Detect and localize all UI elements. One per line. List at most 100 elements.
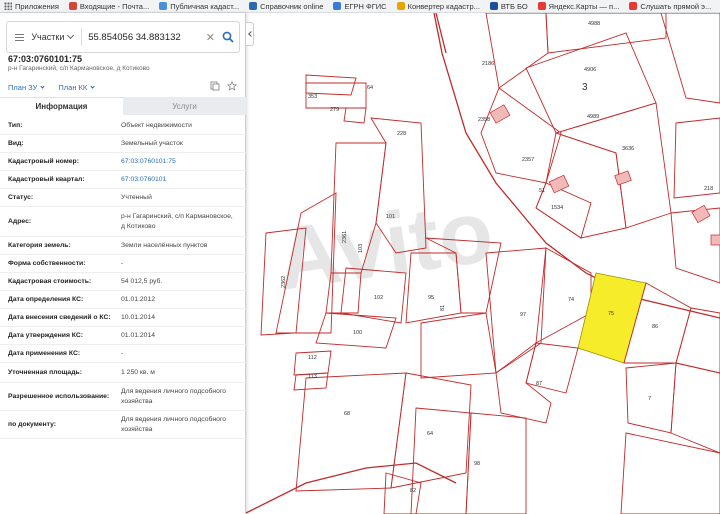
search-input[interactable] — [88, 31, 205, 43]
clear-icon[interactable]: ✕ — [204, 31, 216, 44]
attribute-key: Кадастровая стоимость: — [8, 278, 92, 285]
plan-zu-label: План ЗУ — [8, 83, 38, 92]
map-plot — [670, 207, 720, 284]
bookmark-label: Приложения — [15, 1, 59, 11]
attribute-value: Учтенный — [121, 193, 152, 201]
map-plot — [305, 74, 357, 96]
map-plot — [535, 132, 627, 239]
plot-label: 82 — [410, 488, 416, 494]
plan-zu-link[interactable]: План ЗУ — [8, 83, 45, 92]
tab-info[interactable]: Информация — [0, 97, 123, 115]
map-plot — [620, 432, 720, 514]
plot-label: 353 — [308, 94, 317, 100]
attribute-key: Адрес: — [8, 218, 32, 225]
attribute-row: Категория земель: Земли населённых пункто… — [0, 237, 246, 255]
chevron-down-icon — [90, 84, 95, 89]
plot-label: 112 — [308, 355, 317, 361]
plot-label: 7 — [648, 396, 651, 402]
plot-label: 97 — [520, 312, 526, 318]
map-building — [691, 204, 711, 224]
bookmark-item[interactable]: Слушать прямой э... — [629, 2, 711, 11]
attribute-value: Для ведения личного подсобного хозяйства — [121, 387, 227, 405]
map-plot — [670, 362, 720, 454]
plot-label: 4906 — [584, 67, 596, 73]
plot-label: 64 — [427, 431, 433, 437]
attribute-key: Разрешенное использование: — [8, 393, 110, 400]
bookmark-label: Конвертер кадастр... — [407, 1, 480, 11]
attribute-value: - — [121, 349, 124, 357]
map-plot — [410, 407, 472, 514]
search-type-select[interactable]: Участки — [31, 31, 75, 42]
attribute-row: Кадастровый номер: 67:03:0760101:75 — [0, 153, 246, 171]
plot-label: 4988 — [588, 21, 600, 27]
globe-icon — [159, 2, 168, 10]
attribute-link[interactable]: 67:03:0760101:75 — [121, 157, 238, 167]
attribute-value: Земли населённых пунктов — [121, 241, 208, 249]
doc-icon — [333, 2, 342, 10]
attribute-key: Форма собственности: — [8, 260, 86, 267]
attribute-value: Объект недвижимости — [121, 121, 192, 129]
attribute-row: Дата внесения сведений о КС: 10.01.2014 — [0, 309, 246, 327]
collapse-panel-button[interactable] — [246, 22, 254, 46]
chevron-left-icon — [247, 31, 254, 37]
map-building — [489, 104, 511, 124]
bookmark-item[interactable]: Публичная кадаст... — [159, 2, 239, 11]
attribute-row: Разрешенное использование: Для ведения ли… — [0, 383, 246, 411]
attribute-row: Форма собственности: - — [0, 255, 246, 273]
plan-kk-link[interactable]: План КК — [58, 83, 95, 92]
map-plot — [485, 13, 549, 89]
bookmark-item[interactable]: ВТБ БО — [489, 1, 528, 11]
search-icon[interactable] — [216, 31, 239, 43]
tab-services[interactable]: Услуги — [123, 97, 246, 115]
attribute-link[interactable]: 67:03:0760101 — [121, 175, 238, 185]
attribute-key: по документу: — [8, 421, 57, 428]
bookmark-item[interactable]: Входящие - Почта... — [68, 2, 149, 11]
bookmark-item[interactable]: ЕГРН ФГИС — [333, 2, 387, 11]
plot-label: 51 — [539, 188, 545, 194]
bookmark-item[interactable]: Справочник online — [249, 2, 323, 11]
map-plot — [660, 13, 720, 104]
bookmark-label: Слушать прямой э... — [640, 1, 712, 11]
plot-label: 75 — [608, 311, 614, 317]
bookmark-item[interactable]: Яндекс.Карты — п... — [537, 1, 620, 11]
attribute-row: Тип: Объект недвижимости — [0, 117, 246, 135]
info-panel: Участки ✕ 67:03:0760101:75 р-н Гагаринск… — [0, 13, 246, 514]
bookmark-label: ВТБ БО — [500, 1, 528, 11]
attribute-key: Уточненная площадь: — [8, 369, 82, 376]
selected-plot-75[interactable] — [577, 272, 647, 364]
attribute-value: 01.01.2012 — [121, 295, 156, 303]
map-plot — [343, 107, 367, 124]
plot-label: 100 — [353, 330, 362, 336]
search-bar: Участки ✕ — [6, 21, 240, 53]
attribute-row: Дата определения КС: 01.01.2012 — [0, 291, 246, 309]
attribute-row: Адрес: р-н Гагаринский, с/п Кармановское,… — [0, 207, 246, 237]
bookmark-label: Яндекс.Карты — п... — [548, 1, 620, 11]
attribute-row: Уточненная площадь: 1 250 кв. м — [0, 363, 246, 383]
plot-label: 1534 — [551, 205, 563, 211]
action-icons — [210, 81, 237, 91]
plot-label: 103 — [358, 244, 364, 253]
bookmark-item[interactable]: Конвертер кадастр... — [396, 1, 480, 11]
plot-label: 2357 — [522, 157, 534, 163]
map-plot — [554, 102, 672, 229]
hamburger-menu-icon[interactable] — [7, 22, 31, 52]
bookmark-item[interactable]: Приложения — [4, 2, 59, 11]
plot-label: 101 — [386, 214, 395, 220]
chevron-down-icon — [40, 84, 45, 89]
plot-label: 87 — [536, 381, 542, 387]
attribute-key: Вид: — [8, 140, 24, 147]
bank-icon — [489, 2, 498, 10]
plan-links: План ЗУ План КК — [8, 83, 95, 92]
attribute-list: Тип: Объект недвижимости Вид: Земельный уча… — [0, 117, 246, 439]
attribute-row: Кадастровая стоимость: 54 012,5 руб. — [0, 273, 246, 291]
copy-document-icon[interactable] — [210, 81, 220, 91]
app-root: Приложения Входящие - Почта... Публичная к… — [0, 0, 720, 514]
star-icon[interactable] — [227, 81, 237, 91]
mail-icon — [68, 2, 77, 10]
attribute-key: Статус: — [8, 194, 34, 201]
attribute-value: 10.01.2014 — [121, 313, 156, 321]
cadastral-map[interactable]: Avito 4988 2186 4906 3 353 64 279 228 23… — [246, 13, 720, 514]
map-canvas[interactable]: Avito 4988 2186 4906 3 353 64 279 228 23… — [246, 13, 720, 514]
attribute-key: Категория земель: — [8, 242, 71, 249]
attribute-row: Дата утверждения КС: 01.01.2014 — [0, 327, 246, 345]
